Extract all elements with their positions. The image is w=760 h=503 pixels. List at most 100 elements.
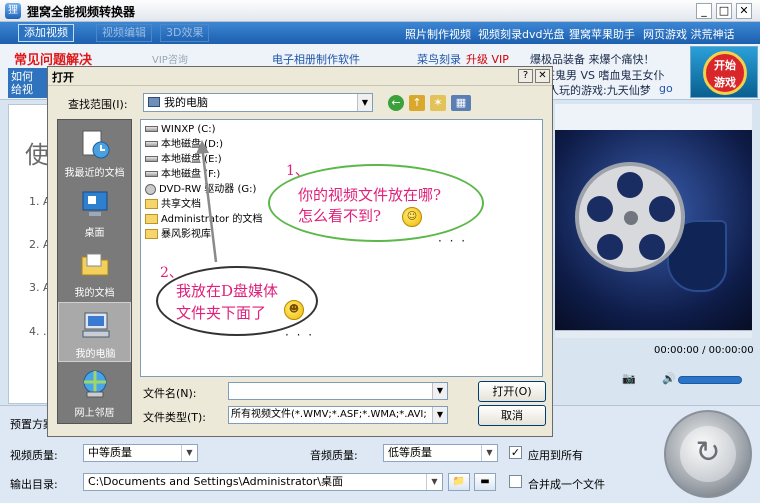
- playback-timeline[interactable]: [555, 330, 752, 338]
- volume-icon[interactable]: 🔊: [662, 372, 676, 385]
- annotation-1-line1: 你的视频文件放在哪?: [298, 186, 442, 204]
- filetype-value: 所有视频文件(*.WMV;*.ASF;*.WMA;*.AVI;: [231, 409, 427, 420]
- filename-input[interactable]: ▼: [228, 382, 448, 400]
- film-reel-icon: [575, 162, 685, 272]
- place-network-label: 网上邻居: [74, 408, 115, 419]
- link-web-game[interactable]: 网页游戏 洪荒神话: [643, 26, 735, 42]
- output-dir-select[interactable]: C:\Documents and Settings\Administrator\…: [83, 473, 443, 491]
- ad-game-line2[interactable]: 狂鬼男 VS 嗜血鬼王女仆: [544, 67, 665, 83]
- tab-3d-effect[interactable]: 3D效果: [160, 24, 210, 42]
- link-apple-helper[interactable]: 狸窝苹果助手: [569, 26, 635, 42]
- app-logo-icon: 狸: [5, 3, 21, 19]
- usage-step-4: 4. .: [29, 325, 47, 338]
- audio-quality-select[interactable]: 低等质量 ▼: [383, 444, 498, 462]
- place-desktop-label: 桌面: [84, 228, 105, 239]
- dialog-help-button[interactable]: ?: [518, 69, 533, 83]
- audio-quality-label: 音频质量:: [310, 449, 358, 462]
- file-item-shared[interactable]: 共享文档: [145, 197, 201, 212]
- link-photo-video[interactable]: 照片制作视频: [405, 26, 471, 42]
- app-window: 狸 狸窝全能视频转换器 _ □ ✕ 添加视频 视频编辑 3D效果 照片制作视频 …: [0, 0, 760, 503]
- view-menu-icon[interactable]: ▦: [451, 95, 471, 111]
- dialog-title: 打开: [52, 71, 74, 84]
- snapshot-icon[interactable]: 📷: [622, 372, 636, 385]
- output-dir-label: 输出目录:: [10, 478, 58, 491]
- video-quality-label: 视频质量:: [10, 449, 58, 462]
- merge-checkbox[interactable]: [509, 475, 522, 488]
- file-item-name: Administrator 的文档: [161, 214, 263, 225]
- place-my-computer[interactable]: 我的电脑: [58, 302, 131, 362]
- game-ad-banner[interactable]: 开始 游戏: [690, 46, 758, 98]
- drive-icon: [145, 171, 158, 177]
- place-my-docs[interactable]: 我的文档: [58, 242, 131, 302]
- video-quality-select[interactable]: 中等质量 ▼: [83, 444, 198, 462]
- annotation-2-dots: · · ·: [285, 328, 315, 342]
- place-desktop[interactable]: 桌面: [58, 182, 131, 242]
- convert-button[interactable]: ↻: [664, 410, 752, 498]
- file-item-name: 暴风影视库: [161, 229, 211, 240]
- file-item-e[interactable]: 本地磁盘 (E:): [145, 152, 222, 167]
- ad-burn[interactable]: 菜鸟刻录: [417, 51, 461, 67]
- up-folder-icon[interactable]: ↑: [409, 95, 425, 111]
- output-dir-value: C:\Documents and Settings\Administrator\…: [88, 475, 344, 488]
- tab-video-edit[interactable]: 视频编辑: [96, 24, 152, 42]
- file-item-name: WINXP (C:): [161, 124, 216, 135]
- link-dvd-burn[interactable]: 视频刻录dvd光盘: [478, 26, 564, 42]
- lookin-value: 我的电脑: [164, 96, 208, 109]
- volume-slider[interactable]: [678, 376, 742, 384]
- chevron-down-icon: ▼: [181, 445, 197, 461]
- filename-label: 文件名(N):: [143, 387, 197, 400]
- lookin-select[interactable]: 我的电脑 ▼: [143, 93, 373, 112]
- start-game-line2: 游戏: [714, 76, 736, 89]
- folder-icon: [145, 229, 158, 239]
- file-item-name: 本地磁盘 (F:): [161, 169, 221, 180]
- folder-icon: [145, 199, 158, 209]
- my-documents-icon: [81, 253, 109, 276]
- tab-add-video[interactable]: 添加视频: [18, 24, 74, 42]
- drive-icon: [145, 156, 158, 162]
- start-game-line1: 开始: [714, 59, 736, 72]
- file-item-name: DVD-RW 驱动器 (G:): [159, 184, 257, 195]
- recent-docs-icon: [82, 130, 110, 159]
- vip-consult-link[interactable]: VIP咨询: [152, 51, 188, 66]
- chevron-down-icon: ▼: [357, 94, 372, 111]
- dialog-close-button[interactable]: ✕: [535, 69, 550, 83]
- maximize-button[interactable]: □: [716, 3, 732, 19]
- back-icon[interactable]: ←: [388, 95, 404, 111]
- annotation-1-line2: 怎么看不到?: [298, 207, 382, 225]
- file-item-g[interactable]: DVD-RW 驱动器 (G:): [145, 182, 256, 197]
- file-item-f[interactable]: 本地磁盘 (F:): [145, 167, 220, 182]
- ad-game-line3[interactable]: 人玩的游戏:九天仙梦: [548, 82, 651, 98]
- open-folder-button[interactable]: ▬: [474, 473, 496, 491]
- smiley-icon: ☺: [402, 207, 422, 227]
- place-network[interactable]: 网上邻居: [58, 362, 131, 422]
- chevron-down-icon: ▼: [426, 474, 442, 490]
- file-item-name: 共享文档: [161, 199, 201, 210]
- ad-upgrade-vip[interactable]: 升级 VIP: [466, 51, 509, 67]
- usage-heading: 使: [25, 141, 49, 169]
- new-folder-icon[interactable]: ✶: [430, 95, 446, 111]
- file-item-c[interactable]: WINXP (C:): [145, 122, 216, 137]
- file-item-name: 本地磁盘 (D:): [161, 139, 224, 150]
- ad-game-line1[interactable]: 爆极品装备 来爆个痛快！: [530, 51, 655, 67]
- playback-time: 00:00:00 / 00:00:00: [654, 345, 754, 356]
- start-game-button[interactable]: 开始 游戏: [703, 51, 747, 95]
- folder-icon: [145, 214, 158, 224]
- ad-photo-album[interactable]: 电子相册制作软件: [272, 51, 360, 67]
- cancel-button[interactable]: 取消: [478, 405, 546, 426]
- filetype-select[interactable]: 所有视频文件(*.WMV;*.ASF;*.WMA;*.AVI; ▼: [228, 406, 448, 424]
- browse-folder-button[interactable]: 📁: [448, 473, 470, 491]
- file-list: WINXP (C:) 本地磁盘 (D:) 本地磁盘 (E:) 本地磁盘 (F:)…: [140, 119, 543, 377]
- network-icon: [83, 370, 107, 398]
- place-recent[interactable]: 我最近的文档: [58, 122, 131, 182]
- open-button[interactable]: 打开(O): [478, 381, 546, 402]
- minimize-button[interactable]: _: [696, 3, 712, 19]
- file-item-baofeng[interactable]: 暴风影视库: [145, 227, 211, 242]
- apply-all-checkbox[interactable]: ✓: [509, 446, 522, 459]
- close-button[interactable]: ✕: [736, 3, 752, 19]
- ad-game-go[interactable]: go: [659, 82, 673, 95]
- convert-icon: ↻: [680, 426, 736, 482]
- computer-icon: [148, 97, 160, 107]
- file-item-admin-docs[interactable]: Administrator 的文档: [145, 212, 262, 227]
- filetype-label: 文件类型(T):: [143, 411, 207, 424]
- file-item-d[interactable]: 本地磁盘 (D:): [145, 137, 223, 152]
